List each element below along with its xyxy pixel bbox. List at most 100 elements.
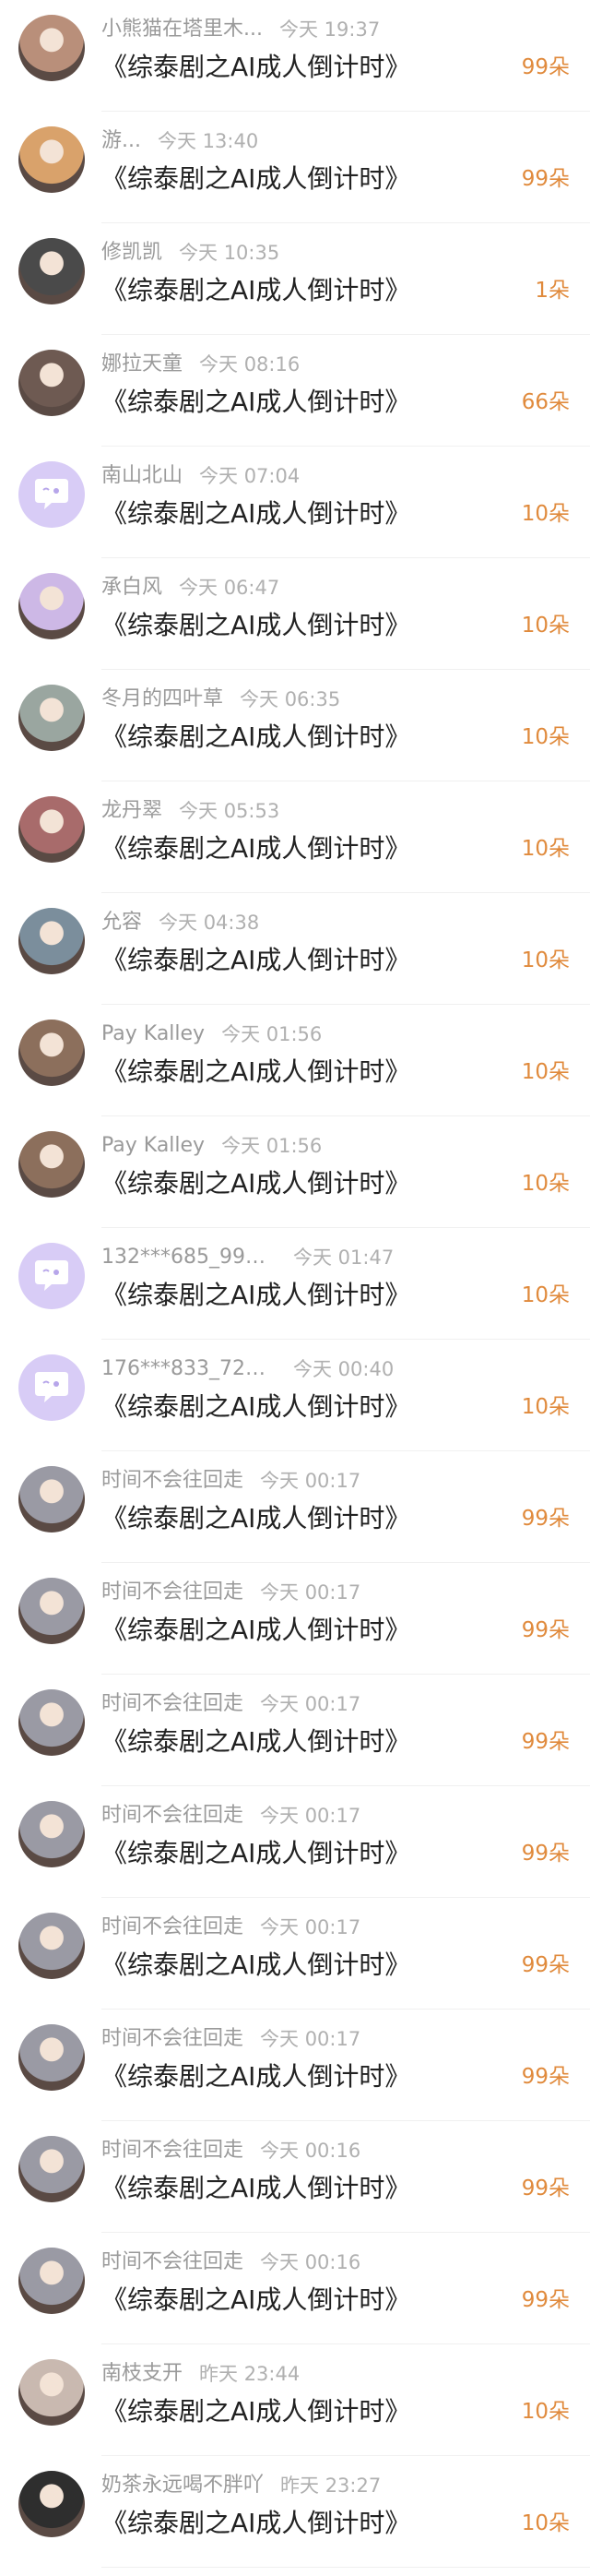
user-name[interactable]: 时间不会往回走 <box>101 2138 243 2164</box>
list-item[interactable]: 时间不会往回走 今天 00:16 《综泰剧之AI成人倒计时》 99朵 <box>0 2121 590 2233</box>
list-item[interactable]: 龙丹翠 今天 05:53 《综泰剧之AI成人倒计时》 10朵 <box>0 781 590 893</box>
user-name[interactable]: Pay Kalley <box>101 1133 205 1159</box>
list-item[interactable]: 时间不会往回走 今天 00:17 《综泰剧之AI成人倒计时》 99朵 <box>0 1898 590 2010</box>
user-name[interactable]: 南山北山 <box>101 463 183 489</box>
avatar[interactable] <box>18 1354 85 1421</box>
user-name[interactable]: 时间不会往回走 <box>101 1580 243 1605</box>
avatar[interactable] <box>18 350 85 416</box>
item-meta: 娜拉天童 今天 08:16 <box>101 352 300 377</box>
item-meta: 时间不会往回走 今天 00:17 <box>101 1691 360 1717</box>
avatar[interactable] <box>18 2136 85 2202</box>
list-item[interactable]: 奶茶永远喝不胖吖 昨天 23:27 《综泰剧之AI成人倒计时》 10朵 <box>0 2456 590 2568</box>
chat-bubble-icon <box>35 1372 68 1402</box>
item-meta: 冬月的四叶草 今天 06:35 <box>101 686 340 712</box>
avatar[interactable] <box>18 15 85 81</box>
show-title: 《综泰剧之AI成人倒计时》 <box>101 833 411 864</box>
show-title: 《综泰剧之AI成人倒计时》 <box>101 387 411 417</box>
item-meta: 龙丹翠 今天 05:53 <box>101 798 279 824</box>
avatar[interactable] <box>18 126 85 193</box>
show-title: 《综泰剧之AI成人倒计时》 <box>101 52 411 82</box>
item-meta: 奶茶永远喝不胖吖 昨天 23:27 <box>101 2473 381 2498</box>
list-item[interactable]: Pay Kalley 今天 01:56 《综泰剧之AI成人倒计时》 10朵 <box>0 1116 590 1228</box>
show-title: 《综泰剧之AI成人倒计时》 <box>101 163 411 194</box>
list-item[interactable]: 允容 今天 04:38 《综泰剧之AI成人倒计时》 10朵 <box>0 893 590 1005</box>
avatar[interactable] <box>18 1466 85 1532</box>
gift-count: 10朵 <box>521 2400 570 2424</box>
timestamp: 今天 00:17 <box>260 1916 361 1938</box>
user-name[interactable]: 龙丹翠 <box>101 798 162 824</box>
timestamp: 今天 00:40 <box>293 1358 395 1380</box>
user-name[interactable]: 时间不会往回走 <box>101 1914 243 1940</box>
timestamp: 昨天 23:44 <box>199 2363 301 2385</box>
user-name[interactable]: 时间不会往回走 <box>101 1468 243 1494</box>
avatar[interactable] <box>18 461 85 528</box>
user-name[interactable]: 南枝支开 <box>101 2361 183 2387</box>
list-item[interactable]: 小熊猫在塔里木... 今天 19:37 《综泰剧之AI成人倒计时》 99朵 <box>0 0 590 112</box>
list-item[interactable]: 176***833_725... 今天 00:40 《综泰剧之AI成人倒计时》 1… <box>0 1340 590 1451</box>
chat-bubble-icon <box>35 479 68 509</box>
avatar[interactable] <box>18 1913 85 1979</box>
timestamp: 今天 01:47 <box>293 1246 395 1269</box>
list-item[interactable]: 时间不会往回走 今天 00:17 《综泰剧之AI成人倒计时》 99朵 <box>0 1451 590 1563</box>
item-meta: 时间不会往回走 今天 00:17 <box>101 1468 360 1494</box>
user-name[interactable]: 176***833_725... <box>101 1356 277 1382</box>
user-name[interactable]: 修凯凯 <box>101 240 162 266</box>
list-item[interactable]: 时间不会往回走 今天 00:17 《综泰剧之AI成人倒计时》 99朵 <box>0 2010 590 2121</box>
user-name[interactable]: 时间不会往回走 <box>101 2249 243 2275</box>
timestamp: 今天 00:17 <box>260 1805 361 1827</box>
avatar[interactable] <box>18 2471 85 2537</box>
avatar[interactable] <box>18 1578 85 1644</box>
avatar[interactable] <box>18 908 85 974</box>
user-name[interactable]: Pay Kalley <box>101 1021 205 1047</box>
user-name[interactable]: 娜拉天童 <box>101 352 183 377</box>
gift-count: 10朵 <box>521 948 570 972</box>
avatar[interactable] <box>18 1801 85 1867</box>
avatar[interactable] <box>18 1689 85 1756</box>
show-title: 《综泰剧之AI成人倒计时》 <box>101 2508 411 2538</box>
timestamp: 今天 06:35 <box>240 688 341 710</box>
gift-list: 小熊猫在塔里木... 今天 19:37 《综泰剧之AI成人倒计时》 99朵 游..… <box>0 0 590 2568</box>
list-item[interactable]: 南山北山 今天 07:04 《综泰剧之AI成人倒计时》 10朵 <box>0 447 590 558</box>
avatar[interactable] <box>18 1020 85 1086</box>
list-item[interactable]: 冬月的四叶草 今天 06:35 《综泰剧之AI成人倒计时》 10朵 <box>0 670 590 781</box>
user-name[interactable]: 允容 <box>101 910 142 936</box>
user-name[interactable]: 时间不会往回走 <box>101 1803 243 1829</box>
user-name[interactable]: 冬月的四叶草 <box>101 686 223 712</box>
user-name[interactable]: 承白风 <box>101 575 162 601</box>
user-name[interactable]: 时间不会往回走 <box>101 1691 243 1717</box>
gift-count: 10朵 <box>521 502 570 526</box>
item-meta: 小熊猫在塔里木... 今天 19:37 <box>101 17 380 42</box>
list-item[interactable]: 132***685_992... 今天 01:47 《综泰剧之AI成人倒计时》 1… <box>0 1228 590 1340</box>
avatar[interactable] <box>18 1243 85 1309</box>
list-item[interactable]: 南枝支开 昨天 23:44 《综泰剧之AI成人倒计时》 10朵 <box>0 2344 590 2456</box>
list-item[interactable]: Pay Kalley 今天 01:56 《综泰剧之AI成人倒计时》 10朵 <box>0 1005 590 1116</box>
user-name[interactable]: 时间不会往回走 <box>101 2026 243 2052</box>
item-meta: Pay Kalley 今天 01:56 <box>101 1133 322 1159</box>
user-name[interactable]: 游... <box>101 128 141 154</box>
gift-count: 99朵 <box>521 1842 570 1866</box>
list-item[interactable]: 承白风 今天 06:47 《综泰剧之AI成人倒计时》 10朵 <box>0 558 590 670</box>
timestamp: 今天 06:47 <box>179 577 280 599</box>
list-item[interactable]: 时间不会往回走 今天 00:17 《综泰剧之AI成人倒计时》 99朵 <box>0 1563 590 1675</box>
avatar[interactable] <box>18 2024 85 2091</box>
avatar[interactable] <box>18 685 85 751</box>
timestamp: 今天 08:16 <box>199 353 301 376</box>
avatar[interactable] <box>18 238 85 304</box>
list-item[interactable]: 修凯凯 今天 10:35 《综泰剧之AI成人倒计时》 1朵 <box>0 223 590 335</box>
show-title: 《综泰剧之AI成人倒计时》 <box>101 1503 411 1533</box>
avatar[interactable] <box>18 796 85 863</box>
user-name[interactable]: 132***685_992... <box>101 1245 277 1270</box>
list-item[interactable]: 时间不会往回走 今天 00:16 《综泰剧之AI成人倒计时》 99朵 <box>0 2233 590 2344</box>
avatar[interactable] <box>18 2248 85 2314</box>
avatar[interactable] <box>18 573 85 639</box>
user-name[interactable]: 奶茶永远喝不胖吖 <box>101 2473 264 2498</box>
list-item[interactable]: 游... 今天 13:40 《综泰剧之AI成人倒计时》 99朵 <box>0 112 590 223</box>
list-item[interactable]: 娜拉天童 今天 08:16 《综泰剧之AI成人倒计时》 66朵 <box>0 335 590 447</box>
avatar[interactable] <box>18 1131 85 1198</box>
user-name[interactable]: 小熊猫在塔里木... <box>101 17 263 42</box>
avatar[interactable] <box>18 2359 85 2426</box>
timestamp: 今天 04:38 <box>159 912 260 934</box>
timestamp: 今天 01:56 <box>221 1023 323 1045</box>
list-item[interactable]: 时间不会往回走 今天 00:17 《综泰剧之AI成人倒计时》 99朵 <box>0 1786 590 1898</box>
list-item[interactable]: 时间不会往回走 今天 00:17 《综泰剧之AI成人倒计时》 99朵 <box>0 1675 590 1786</box>
